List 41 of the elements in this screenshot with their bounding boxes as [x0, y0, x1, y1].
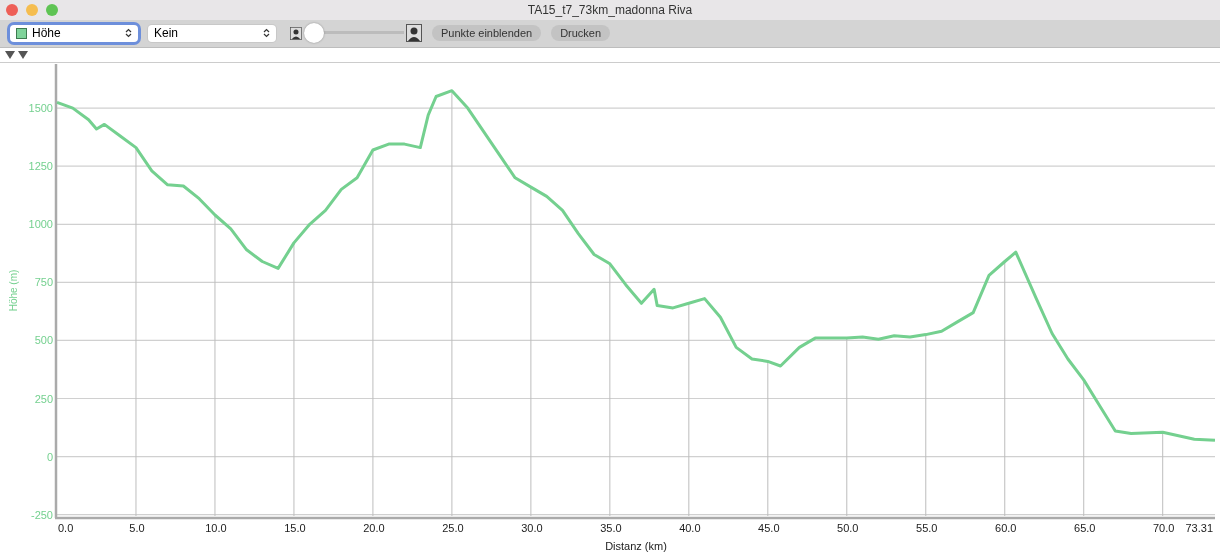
zoom-button[interactable] [46, 4, 58, 16]
x-tick-label: 55.0 [916, 521, 938, 534]
y-axis-title: Höhe (m) [8, 269, 19, 312]
y-tick-label: 250 [34, 392, 53, 405]
x-tick-label: 20.0 [363, 521, 385, 534]
x-tick-label: 5.0 [129, 521, 145, 534]
zoom-in-person-icon [406, 24, 422, 43]
chevron-icon [263, 28, 270, 39]
metric-select[interactable]: Höhe [10, 24, 138, 42]
toolbar-button[interactable]: Drucken [551, 25, 611, 42]
y-tick-label: -250 [30, 508, 53, 521]
y-tick-label: 500 [34, 334, 53, 347]
close-button[interactable] [6, 4, 18, 16]
chevron-icon [125, 28, 132, 39]
y-tick-label: 0 [46, 450, 53, 463]
slider-thumb[interactable] [304, 23, 324, 44]
zoom-slider[interactable] [304, 23, 404, 44]
x-tick-label: 0.0 [58, 521, 74, 534]
y-tick-label: 1250 [28, 160, 53, 173]
x-tick-label: 15.0 [284, 521, 306, 534]
x-tick-label: 30.0 [521, 521, 543, 534]
legend-swatch-icon [16, 27, 27, 39]
y-tick-label: 750 [34, 276, 53, 289]
x-tick-label: 70.0 [1153, 521, 1175, 534]
y-tick-label: 1000 [28, 218, 53, 231]
x-tick-label: 45.0 [758, 521, 780, 534]
window-title: TA15_t7_73km_madonna Riva [527, 3, 693, 17]
x-tick-label: 73.31 [1185, 521, 1213, 534]
minimize-button[interactable] [26, 4, 38, 16]
x-tick-label: 35.0 [600, 521, 622, 534]
x-tick-label: 25.0 [442, 521, 464, 534]
zoom-out-person-icon [290, 26, 302, 40]
x-tick-label: 40.0 [679, 521, 701, 534]
overlay-select[interactable]: Kein [148, 24, 276, 42]
y-tick-label: 1500 [28, 102, 53, 115]
x-tick-label: 10.0 [205, 521, 227, 534]
x-axis-title: Distanz (km) [605, 539, 667, 552]
x-tick-label: 60.0 [995, 521, 1017, 534]
x-tick-label: 65.0 [1074, 521, 1096, 534]
x-tick-label: 50.0 [837, 521, 859, 534]
toolbar-button[interactable]: Punkte einblenden [432, 25, 542, 42]
